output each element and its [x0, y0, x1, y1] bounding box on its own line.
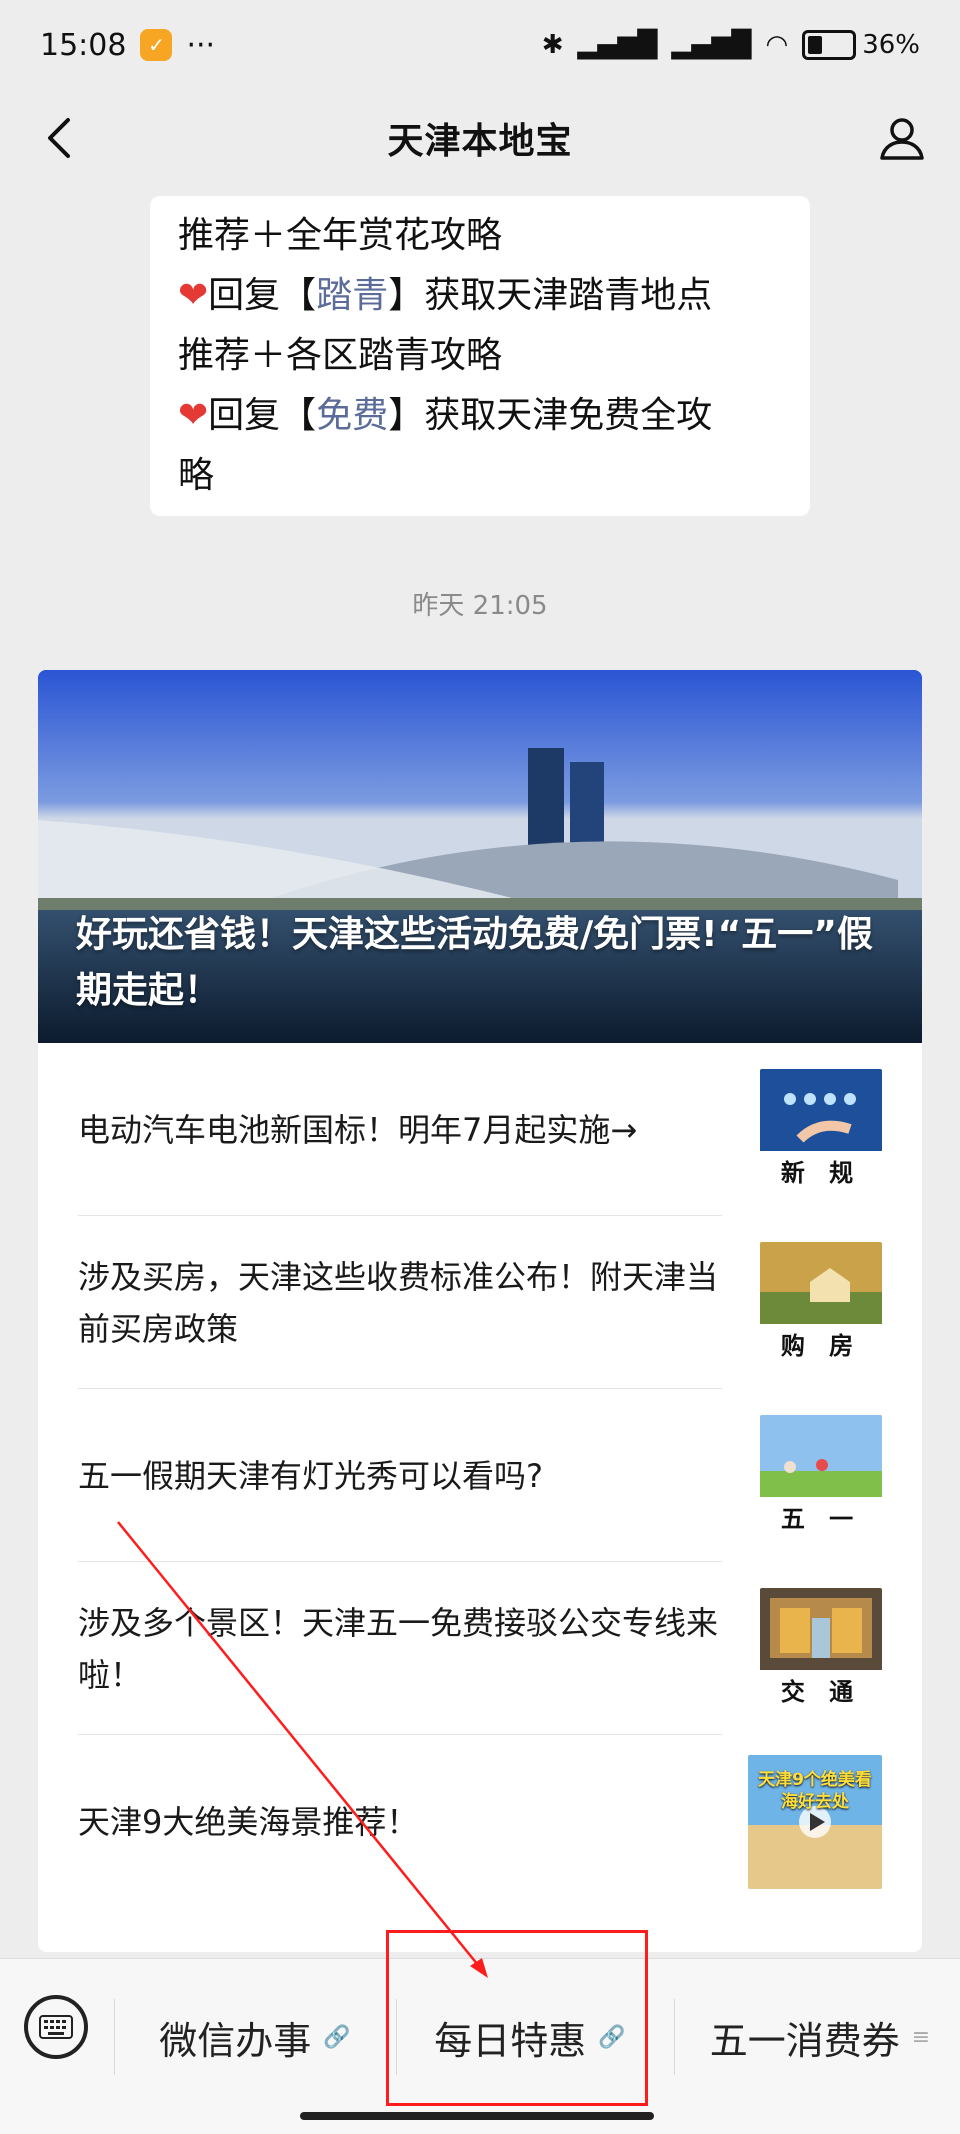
- heart-icon: ❤: [178, 395, 209, 436]
- message-line: 推荐＋各区踏青攻略: [178, 335, 503, 376]
- article-item[interactable]: 电动汽车电池新国标！明年7月起实施→ 新 规: [78, 1043, 882, 1216]
- message-line: ❤回复【踏青】获取天津踏青地点: [178, 275, 713, 316]
- article-title: 天津9大绝美海景推荐！: [78, 1802, 419, 1841]
- message-line: 推荐＋全年赏花攻略: [178, 215, 503, 256]
- notification-app-icon: ✓: [140, 29, 173, 61]
- battery-percent: 36%: [862, 30, 920, 60]
- article-thumbnail: 新 规: [760, 1068, 882, 1191]
- article-title: 电动汽车电池新国标！明年7月起实施→: [78, 1110, 638, 1149]
- menu-separator: [674, 1999, 675, 2075]
- hero-article[interactable]: 好玩还省钱！天津这些活动免费/免门票!“五一”假期走起！: [38, 670, 922, 1043]
- article-item[interactable]: 五一假期天津有灯光秀可以看吗? 五 一: [78, 1389, 882, 1562]
- keyword-link[interactable]: 踏青: [316, 275, 388, 316]
- article-card[interactable]: 好玩还省钱！天津这些活动免费/免门票!“五一”假期走起！ 电动汽车电池新国标！明…: [38, 670, 922, 1952]
- heart-icon: ❤: [178, 275, 209, 316]
- message-bubble: 推荐＋全年赏花攻略 ❤回复【踏青】获取天津踏青地点 推荐＋各区踏青攻略 ❤回复【…: [150, 196, 810, 516]
- annotation-highlight-box: [386, 1930, 648, 2106]
- submenu-icon: ≡: [911, 2024, 931, 2050]
- hero-title: 好玩还省钱！天津这些活动免费/免门票!“五一”假期走起！: [76, 914, 873, 1011]
- bluetooth-icon: ✱: [541, 30, 564, 60]
- status-bar: 15:08 ✓ ··· ✱ ▂▄▆█ ▂▄▆█ ◠ 36%: [0, 0, 960, 90]
- menu-separator: [114, 1999, 115, 2075]
- thumbnail-overlay-text: 天津9个绝美看海好去处: [758, 1769, 872, 1812]
- thumbnail-label: 五 一: [760, 1496, 882, 1537]
- keyword-link[interactable]: 免费: [316, 395, 388, 436]
- article-item[interactable]: 涉及买房，天津这些收费标准公布！附天津当前买房政策 购 房: [78, 1216, 882, 1389]
- keyboard-icon: [39, 2015, 73, 2039]
- more-notifications-icon: ···: [186, 27, 216, 63]
- article-thumbnail: 天津9个绝美看海好去处: [748, 1754, 882, 1889]
- keyboard-toggle-button[interactable]: [24, 1995, 88, 2059]
- menu-item-voucher[interactable]: 五一消费券 ≡: [690, 1999, 950, 2075]
- thumbnail-label: 购 房: [760, 1323, 882, 1364]
- article-item[interactable]: 涉及多个景区！天津五一免费接驳公交专线来啦！ 交 通: [78, 1562, 882, 1735]
- message-line: ❤回复【免费】获取天津免费全攻: [178, 395, 713, 436]
- thumbnail-label: 交 通: [760, 1669, 882, 1710]
- thumbnail-label: 新 规: [760, 1150, 882, 1191]
- nav-bar: 天津本地宝: [0, 90, 960, 186]
- menu-item-wechat-services[interactable]: 微信办事 🔗: [130, 1999, 380, 2075]
- profile-button[interactable]: [874, 110, 930, 166]
- user-icon: [880, 118, 924, 160]
- battery-icon: 36%: [802, 30, 920, 60]
- message-line: 略: [178, 455, 215, 496]
- chevron-left-icon: [48, 118, 70, 158]
- back-button[interactable]: [30, 110, 86, 166]
- home-indicator[interactable]: [300, 2112, 654, 2120]
- article-title: 涉及买房，天津这些收费标准公布！附天津当前买房政策: [78, 1257, 719, 1348]
- message-timestamp: 昨天 21:05: [412, 591, 548, 621]
- article-title: 涉及多个景区！天津五一免费接驳公交专线来啦！: [78, 1603, 719, 1694]
- status-time: 15:08: [40, 27, 127, 63]
- signal-icon-2: ▂▄▆█: [671, 30, 752, 60]
- article-item[interactable]: 天津9大绝美海景推荐！ 天津9个绝美看海好去处: [78, 1735, 882, 1908]
- article-title: 五一假期天津有灯光秀可以看吗?: [78, 1456, 543, 1495]
- article-thumbnail: 交 通: [760, 1587, 882, 1710]
- wifi-icon: ◠: [765, 30, 789, 60]
- article-thumbnail: 五 一: [760, 1414, 882, 1537]
- page-title: 天津本地宝: [387, 121, 573, 162]
- link-icon: 🔗: [323, 2024, 351, 2050]
- signal-icon: ▂▄▆█: [577, 30, 658, 60]
- article-thumbnail: 购 房: [760, 1241, 882, 1364]
